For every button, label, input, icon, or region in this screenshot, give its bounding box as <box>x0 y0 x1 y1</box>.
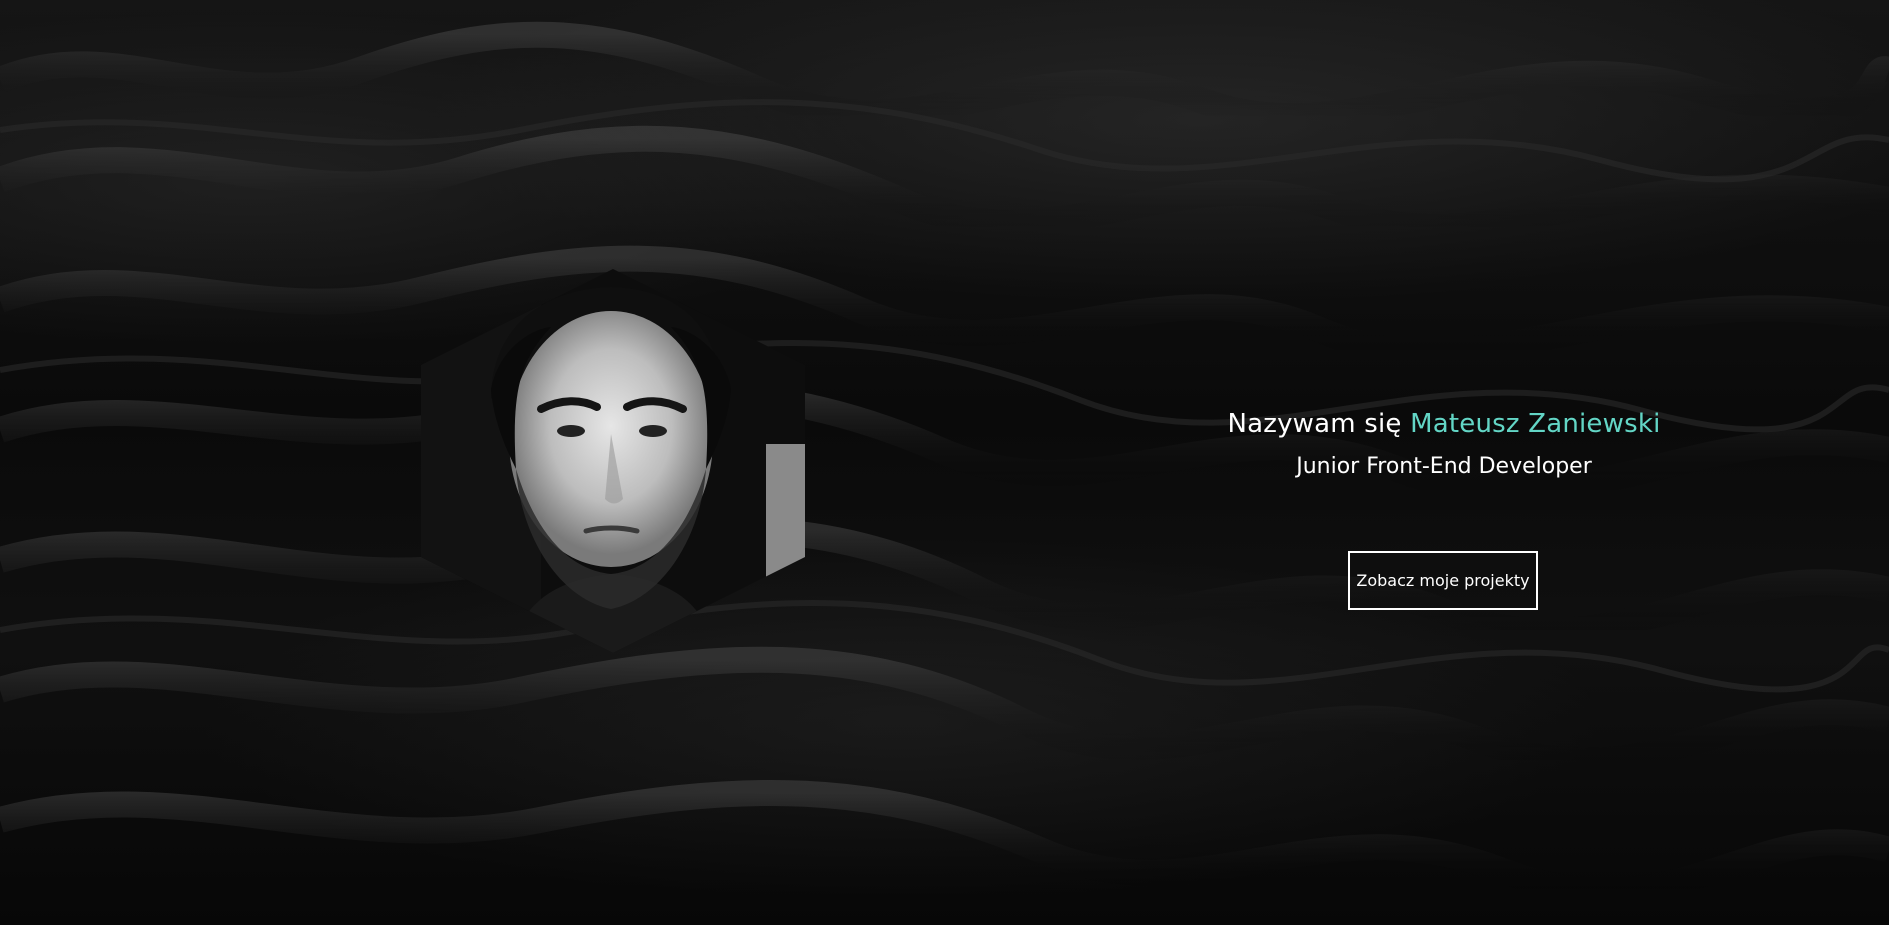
intro-block: Nazywam się Mateusz Zaniewski Junior Fro… <box>1160 404 1728 484</box>
portrait-hexagon <box>421 269 805 653</box>
role-subtitle: Junior Front-End Developer <box>1296 454 1592 479</box>
headline: Nazywam się Mateusz Zaniewski <box>1160 404 1728 444</box>
name-highlight: Mateusz Zaniewski <box>1410 409 1661 439</box>
projects-button[interactable]: Zobacz moje projekty <box>1348 551 1538 610</box>
greeting-text: Nazywam się <box>1227 409 1411 439</box>
hero-section: Nazywam się Mateusz Zaniewski Junior Fro… <box>0 0 1889 925</box>
